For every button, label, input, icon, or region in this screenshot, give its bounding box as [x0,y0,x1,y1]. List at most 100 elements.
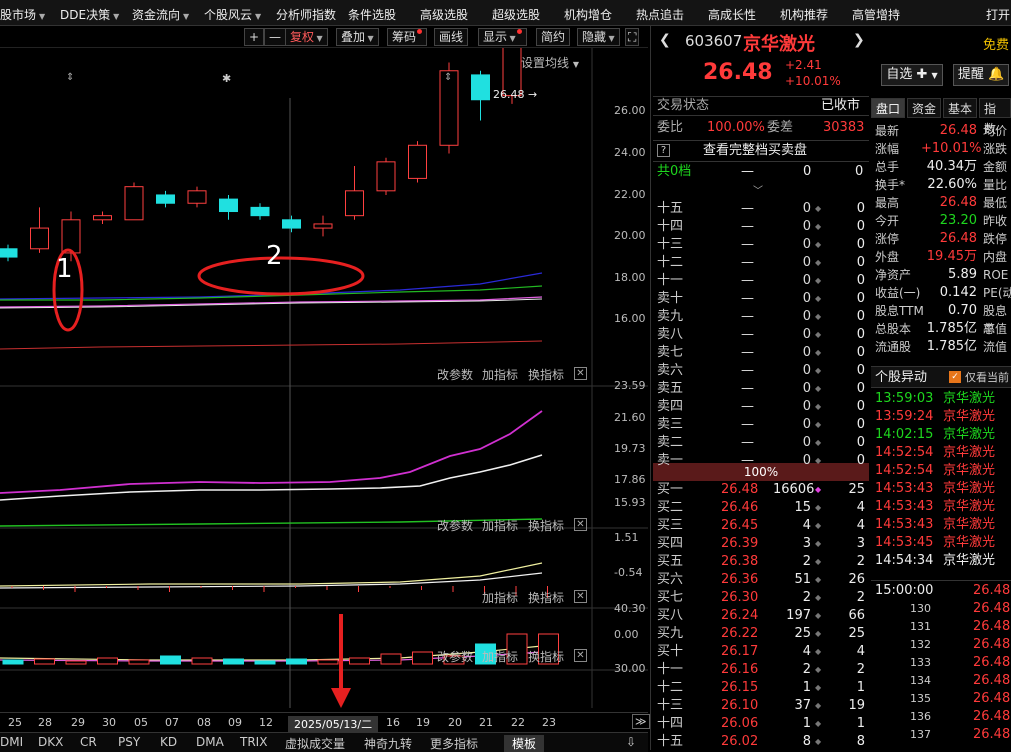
event-name[interactable]: 京华激光 [943,480,995,498]
annotation-2: 2 [266,241,283,271]
volume-bar [254,660,276,665]
close-icon[interactable]: ✕ [574,518,587,531]
fullscreen-icon[interactable]: ⛶ [625,28,640,46]
indicator-tab[interactable]: 更多指标 [430,735,478,752]
full-book-link[interactable]: ? 查看完整档买卖盘 [653,140,869,162]
menu-item[interactable]: 高级选股 [420,6,468,23]
level-price: 26.24 [721,608,759,623]
tick-row-price: 26.48 [973,619,1011,634]
close-icon[interactable]: ✕ [574,649,587,662]
date-tick: 16 [386,716,400,729]
event-name[interactable]: 京华激光 [943,516,995,534]
remind-button[interactable]: 提醒 🔔 [953,64,1009,86]
menu-item[interactable]: 条件选股 [348,6,396,23]
swap-indicator-button[interactable]: 换指标 [528,648,564,665]
pankou-tab[interactable]: 基本 [943,98,978,118]
close-icon[interactable]: ✕ [574,590,587,603]
indicator-tab[interactable]: 虚拟成交量 [285,735,345,752]
menu-item[interactable]: 高管增持 [852,6,900,23]
huaxian-button[interactable]: 画线 [434,28,469,46]
indicator-tab[interactable]: KD [160,735,177,749]
menu-item[interactable]: 超级选股 [492,6,540,23]
volume-bar [223,658,244,665]
indicator-tab[interactable]: TRIX [240,735,267,749]
menu-item[interactable]: 热点追击 [636,6,684,23]
level-volume: 0 [802,363,811,378]
jianyue-button[interactable]: 简约 [536,28,571,46]
level-volume: 4 [802,518,811,533]
indicator-tab[interactable]: DMI [0,735,23,749]
indicator-tab[interactable]: CR [80,735,97,749]
date-next-icon[interactable]: ≫ [632,714,650,729]
level-volume: 0 [802,435,811,450]
menu-item[interactable]: 高成长性 [708,6,756,23]
fuquan-button[interactable]: 复权 ▼ [285,28,328,46]
download-icon[interactable]: ⇩ [626,735,636,749]
event-name[interactable]: 京华激光 [943,426,995,444]
change-params-button[interactable]: 改参数 [437,517,473,534]
level-price: 26.45 [721,518,759,533]
xianshi-button[interactable]: 显示 ▼ [478,28,527,46]
pankou-tab[interactable]: 资金 [907,98,942,118]
change-params-button[interactable]: 改参数 [437,648,473,665]
level-count: 0 [856,435,865,450]
level-price: — [741,381,754,396]
swap-indicator-button[interactable]: 换指标 [528,366,564,383]
event-name[interactable]: 京华激光 [943,552,995,570]
level-count: 25 [848,626,865,641]
indicator-tab[interactable]: 神奇九转 [364,735,412,752]
level-dot-icon: ◆ [815,222,822,231]
date-tick: 08 [197,716,211,729]
swap-indicator-button[interactable]: 换指标 [528,517,564,534]
yincang-button[interactable]: 隐藏 ▼ [577,28,620,46]
event-name[interactable]: 京华激光 [943,408,995,426]
candle-body [282,219,301,229]
free-label[interactable]: 免费 [983,34,1009,53]
add-indicator-button[interactable]: 加指标 [482,366,518,383]
chouma-button[interactable]: 筹码 [387,28,428,46]
level-dot-icon: ◆ [815,539,822,548]
change-params-button[interactable]: 改参数 [437,366,473,383]
buy-level-label: 买五 [657,554,684,569]
buy-level-label: 买十 [657,644,684,659]
menu-item[interactable]: 机构推荐 [780,6,828,23]
zoom-in-button[interactable]: + [244,28,265,46]
bell-icon: 🔔 [987,67,1005,82]
close-icon[interactable]: ✕ [574,367,587,380]
pankou-tab[interactable]: 盘口 [871,98,906,118]
indicator-tab[interactable]: PSY [118,735,140,749]
event-name[interactable]: 京华激光 [943,390,995,408]
level-dot-icon: ◆ [815,485,822,494]
indicator-tab[interactable]: DKX [38,735,63,749]
menu-item[interactable]: 个股风云 ▼ [204,6,261,23]
zoom-out-button[interactable]: — [264,28,286,46]
menu-item[interactable]: DDE决策 ▼ [60,6,119,23]
indicator-tab[interactable]: DMA [196,735,224,749]
weicha-label: 委差 [767,120,794,135]
swap-indicator-button[interactable]: 换指标 [528,589,564,606]
add-indicator-button[interactable]: 加指标 [482,517,518,534]
level-price: 26.15 [721,680,759,695]
menu-item[interactable]: 打开 [986,6,1010,23]
event-name[interactable]: 京华激光 [943,534,995,552]
set-ma-button[interactable]: 设置均线 ▼ [521,54,579,71]
add-indicator-button[interactable]: 加指标 [482,648,518,665]
diejia-button[interactable]: 叠加 ▼ [336,28,379,46]
quote-trail-label: 涨跌 [983,142,1008,156]
event-name[interactable]: 京华激光 [943,444,995,462]
indicator-tab[interactable]: 模板 [504,735,545,752]
only-current-checkbox[interactable]: ✓ [949,371,961,383]
event-name[interactable]: 京华激光 [943,498,995,516]
prev-stock-icon[interactable]: ❮ [659,32,671,48]
pankou-tab[interactable]: 指数 [979,98,1011,136]
menu-item[interactable]: 分析师指数 [276,6,336,23]
menu-item[interactable]: 资金流向 ▼ [132,6,189,23]
add-indicator-button[interactable]: 加指标 [482,589,518,606]
add-watchlist-button[interactable]: 自选 ✚ ▼ [881,64,943,86]
next-stock-icon[interactable]: ❯ [853,32,865,48]
event-name[interactable]: 京华激光 [943,462,995,480]
menu-item[interactable]: 股市场 ▼ [0,6,45,23]
menu-item[interactable]: 机构增仓 [564,6,612,23]
buy-level-label: 买三 [657,518,684,533]
collapse-icon[interactable]: ﹀ [753,182,763,197]
